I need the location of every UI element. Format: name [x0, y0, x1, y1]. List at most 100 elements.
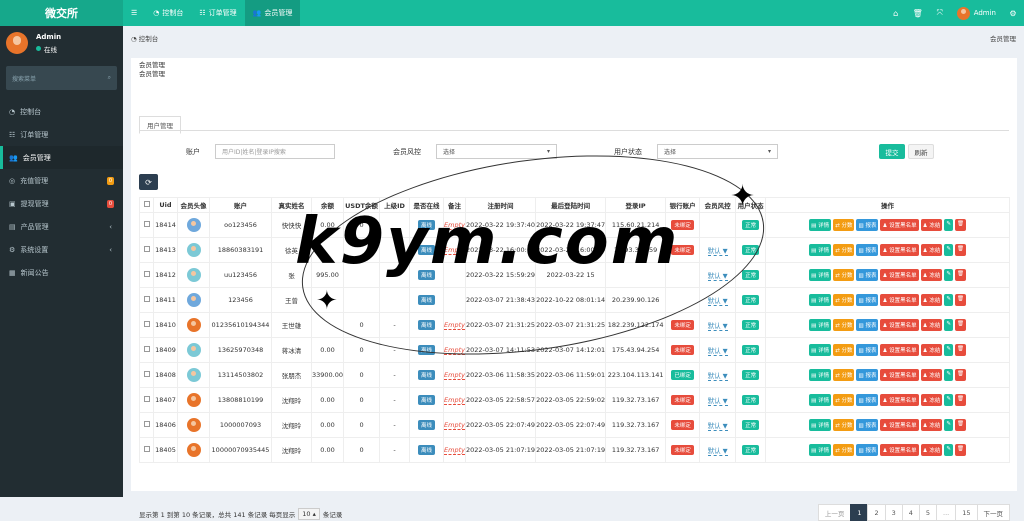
points-button[interactable]: ⇄ 分数	[833, 394, 855, 406]
edit-button[interactable]: ✎	[944, 369, 953, 381]
checkbox[interactable]	[143, 221, 150, 227]
account-search-input[interactable]: 用户ID|姓名|登录IP搜索	[215, 144, 335, 159]
row-checkbox[interactable]	[139, 362, 154, 388]
points-button[interactable]: ⇄ 分数	[833, 219, 855, 231]
edit-button[interactable]: ✎	[944, 294, 953, 306]
checkbox[interactable]	[143, 321, 150, 327]
row-risk[interactable]: 默认 ▼	[699, 387, 737, 413]
blacklist-button[interactable]: ♟ 设置黑名单	[880, 319, 919, 331]
blacklist-button[interactable]: ♟ 设置黑名单	[880, 369, 919, 381]
freeze-button[interactable]: ♟ 冻结	[920, 244, 943, 256]
blacklist-button[interactable]: ♟ 设置黑名单	[880, 269, 919, 281]
note-editable[interactable]: Empty	[444, 396, 465, 405]
report-button[interactable]: ▥ 报表	[856, 369, 879, 381]
row-note[interactable]: Empty	[443, 362, 467, 388]
risk-editable[interactable]: 默认 ▼	[707, 347, 728, 356]
sidebar-item-withdraw[interactable]: ▣ 提现管理 0	[0, 192, 123, 215]
freeze-button[interactable]: ♟ 冻结	[920, 344, 943, 356]
points-button[interactable]: ⇄ 分数	[833, 369, 855, 381]
col-uid[interactable]: Uid	[153, 197, 178, 213]
row-risk[interactable]: 默认 ▼	[699, 362, 737, 388]
report-button[interactable]: ▥ 报表	[856, 319, 879, 331]
blacklist-button[interactable]: ♟ 设置黑名单	[880, 294, 919, 306]
row-risk[interactable]: 默认 ▼	[699, 412, 737, 438]
note-editable[interactable]: Empty	[444, 371, 465, 380]
sidebar-item-settings[interactable]: ⚙ 系统设置 ‹	[0, 238, 123, 261]
gears-icon[interactable]: ⚙	[1002, 9, 1024, 18]
pagination-page[interactable]: 4	[901, 504, 920, 521]
checkbox[interactable]	[143, 201, 150, 207]
note-editable[interactable]: Empty	[444, 421, 465, 430]
row-risk[interactable]: 默认 ▼	[699, 337, 737, 363]
pagination-page[interactable]: 15	[955, 504, 978, 521]
freeze-button[interactable]: ♟ 冻结	[920, 219, 943, 231]
delete-button[interactable]: 🗑	[954, 244, 966, 256]
row-checkbox[interactable]	[139, 337, 154, 363]
report-button[interactable]: ▥ 报表	[856, 219, 879, 231]
freeze-button[interactable]: ♟ 冻结	[920, 269, 943, 281]
row-risk[interactable]: 默认 ▼	[699, 437, 737, 463]
refresh-button[interactable]: ⟳	[139, 174, 158, 190]
blacklist-button[interactable]: ♟ 设置黑名单	[880, 219, 919, 231]
row-checkbox[interactable]	[139, 387, 154, 413]
freeze-button[interactable]: ♟ 冻结	[920, 369, 943, 381]
risk-editable[interactable]: 默认 ▼	[707, 422, 728, 431]
checkbox[interactable]	[143, 296, 150, 302]
sidebar-item-members[interactable]: 👥 会员管理	[0, 146, 123, 169]
checkbox[interactable]	[143, 396, 150, 402]
admin-menu[interactable]: Admin	[951, 6, 1002, 20]
pagination-page[interactable]: 2	[867, 504, 886, 521]
sidebar-toggle-button[interactable]: ☰	[123, 0, 145, 26]
search-icon[interactable]: ⌕	[108, 74, 111, 82]
row-checkbox[interactable]	[139, 412, 154, 438]
submit-button[interactable]: 提交	[879, 144, 905, 159]
col-account[interactable]: 账户	[209, 197, 272, 213]
edit-button[interactable]: ✎	[944, 444, 953, 456]
freeze-button[interactable]: ♟ 冻结	[920, 444, 943, 456]
page-size-select[interactable]: 10 ▴	[298, 508, 320, 520]
detail-button[interactable]: ▤ 详情	[809, 219, 832, 231]
delete-button[interactable]: 🗑	[954, 344, 966, 356]
pagination-page[interactable]: 1	[850, 504, 869, 521]
report-button[interactable]: ▥ 报表	[856, 294, 879, 306]
report-button[interactable]: ▥ 报表	[856, 444, 879, 456]
delete-button[interactable]: 🗑	[954, 269, 966, 281]
topnav-members[interactable]: 👥 会员管理	[244, 0, 301, 26]
pagination-page[interactable]: 3	[884, 504, 903, 521]
home-icon[interactable]: ⌂	[885, 9, 907, 18]
freeze-button[interactable]: ♟ 冻结	[920, 294, 943, 306]
edit-button[interactable]: ✎	[944, 319, 953, 331]
points-button[interactable]: ⇄ 分数	[833, 444, 855, 456]
pagination-page[interactable]: 5	[918, 504, 938, 521]
freeze-button[interactable]: ♟ 冻结	[920, 319, 943, 331]
sidebar-item-products[interactable]: ▤ 产品管理 ‹	[0, 215, 123, 238]
checkbox[interactable]	[143, 271, 150, 277]
fullscreen-icon[interactable]: ⤧	[929, 8, 951, 18]
detail-button[interactable]: ▤ 详情	[809, 444, 832, 456]
checkbox[interactable]	[143, 446, 150, 452]
points-button[interactable]: ⇄ 分数	[833, 294, 855, 306]
checkbox[interactable]	[143, 421, 150, 427]
edit-button[interactable]: ✎	[944, 344, 953, 356]
topnav-dashboard[interactable]: ◔ 控制台	[145, 0, 191, 26]
detail-button[interactable]: ▤ 详情	[809, 244, 832, 256]
delete-button[interactable]: 🗑	[954, 294, 966, 306]
risk-select[interactable]: 选择 ▾	[436, 144, 557, 159]
delete-button[interactable]: 🗑	[954, 444, 966, 456]
sidebar-item-dashboard[interactable]: ◔ 控制台	[0, 100, 123, 123]
row-checkbox[interactable]	[139, 312, 154, 338]
reset-button[interactable]: 刷新	[908, 144, 934, 159]
blacklist-button[interactable]: ♟ 设置黑名单	[880, 444, 919, 456]
row-note[interactable]: Empty	[443, 387, 467, 413]
row-checkbox[interactable]	[139, 287, 154, 313]
checkbox[interactable]	[143, 371, 150, 377]
detail-button[interactable]: ▤ 详情	[809, 269, 832, 281]
blacklist-button[interactable]: ♟ 设置黑名单	[880, 244, 919, 256]
points-button[interactable]: ⇄ 分数	[833, 269, 855, 281]
edit-button[interactable]: ✎	[944, 394, 953, 406]
sidebar-item-news[interactable]: ▦ 新闻公告	[0, 261, 123, 284]
edit-button[interactable]: ✎	[944, 269, 953, 281]
detail-button[interactable]: ▤ 详情	[809, 419, 832, 431]
detail-button[interactable]: ▤ 详情	[809, 294, 832, 306]
blacklist-button[interactable]: ♟ 设置黑名单	[880, 394, 919, 406]
